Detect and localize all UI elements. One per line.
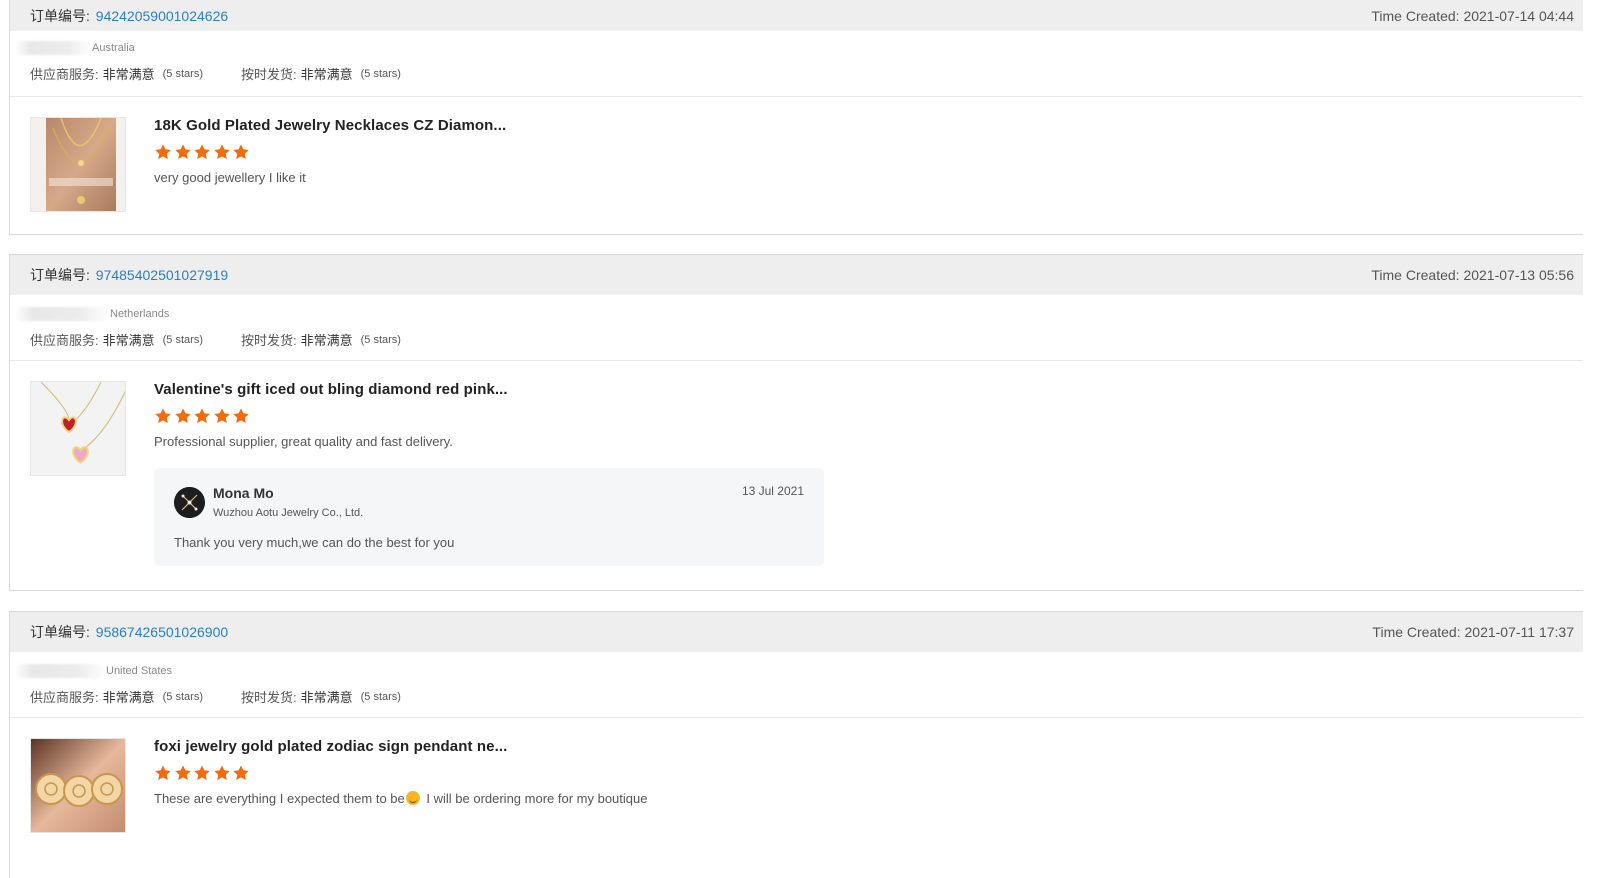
buyer-country: Australia: [92, 42, 135, 54]
product-rating-stars: [154, 407, 1574, 427]
buyer-country: United States: [106, 665, 173, 677]
order-header: 订单编号: 95867426501026900 Time Created: 20…: [10, 612, 1594, 652]
review-text: Professional supplier, great quality and…: [154, 434, 453, 449]
grinning-face-emoji-icon: [405, 791, 420, 805]
buyer-name-redacted: [14, 307, 110, 321]
buyer-info: United States 供应商服务: 非常满意 (5 stars) 按时发货…: [10, 652, 1594, 718]
heart-pendants-image: [31, 382, 125, 475]
avatar: [174, 487, 205, 518]
review-text-part: I will be ordering more for my boutique: [422, 791, 648, 806]
star-icon: [213, 144, 230, 160]
on-time-shipping-rating: 按时发货: 非常满意 (5 stars): [240, 333, 401, 348]
star-icon: [174, 408, 191, 424]
time-created: Time Created: 2021-07-13 05:56: [1371, 267, 1574, 283]
zodiac-pendants-image: [31, 739, 125, 832]
order-card: 订单编号: 95867426501026900 Time Created: 20…: [9, 611, 1595, 878]
on-time-shipping-rating: 按时发货: 非常满意 (5 stars): [240, 690, 401, 705]
star-icon: [155, 765, 171, 781]
product-title[interactable]: 18K Gold Plated Jewelry Necklaces CZ Dia…: [154, 117, 1574, 134]
star-icon: [213, 408, 230, 424]
review-text: very good jewellery I like it: [154, 170, 306, 185]
product-review: 18K Gold Plated Jewelry Necklaces CZ Dia…: [10, 97, 1594, 234]
product-thumbnail[interactable]: [30, 117, 126, 212]
buyer-country: Netherlands: [110, 308, 170, 320]
product-review: Valentine's gift iced out bling diamond …: [10, 361, 1594, 586]
time-created: Time Created: 2021-07-11 17:37: [1372, 624, 1574, 640]
order-header: 订单编号: 97485402501027919 Time Created: 20…: [10, 255, 1594, 295]
review-text: These are everything I expected them to …: [154, 791, 1574, 806]
star-icon: [233, 144, 249, 160]
order-no-label: 订单编号:: [30, 7, 90, 24]
replier-name: Mona Mo: [213, 485, 274, 501]
supplier-service-rating: 供应商服务: 非常满意 (5 stars): [30, 333, 203, 348]
ratings-row: 供应商服务: 非常满意 (5 stars) 按时发货: 非常满意 (5 star…: [30, 330, 1574, 349]
star-icon: [194, 765, 210, 781]
buyer-info: Australia 供应商服务: 非常满意 (5 stars) 按时发货: 非常…: [10, 31, 1594, 97]
supplier-service-rating: 供应商服务: 非常满意 (5 stars): [30, 690, 203, 705]
buyer-info: Netherlands 供应商服务: 非常满意 (5 stars) 按时发货: …: [10, 295, 1594, 361]
order-no-link[interactable]: 94242059001024626: [96, 8, 228, 24]
supplier-reply: Mona Mo Wuzhou Aotu Jewelry Co., Ltd. 13…: [154, 468, 824, 566]
ratings-row: 供应商服务: 非常满意 (5 stars) 按时发货: 非常满意 (5 star…: [30, 687, 1574, 706]
star-icon: [174, 144, 191, 160]
supplier-service-rating: 供应商服务: 非常满意 (5 stars): [30, 67, 203, 82]
reply-text: Thank you very much,we can do the best f…: [174, 535, 455, 550]
ratings-row: 供应商服务: 非常满意 (5 stars) 按时发货: 非常满意 (5 star…: [30, 64, 1574, 83]
order-card: 订单编号: 97485402501027919 Time Created: 20…: [9, 254, 1595, 591]
order-no-label: 订单编号:: [30, 624, 90, 640]
star-icon: [213, 765, 230, 781]
review-text-part: These are everything I expected them to …: [154, 791, 405, 806]
product-title[interactable]: foxi jewelry gold plated zodiac sign pen…: [154, 738, 1574, 755]
star-icon: [194, 408, 210, 424]
star-icon: [155, 144, 171, 160]
star-icon: [174, 765, 191, 781]
product-title[interactable]: Valentine's gift iced out bling diamond …: [154, 381, 1574, 398]
reply-date: 13 Jul 2021: [741, 484, 804, 498]
product-review: foxi jewelry gold plated zodiac sign pen…: [10, 718, 1594, 833]
order-header: 订单编号: 94242059001024626 Time Created: 20…: [10, 0, 1594, 31]
star-icon: [233, 408, 249, 424]
star-icon: [194, 144, 210, 160]
reviews-page: 订单编号: 94242059001024626 Time Created: 20…: [0, 0, 1613, 878]
product-thumbnail[interactable]: [30, 738, 126, 833]
order-no-label: 订单编号:: [30, 267, 90, 283]
order-no-link[interactable]: 95867426501026900: [96, 624, 228, 640]
product-rating-stars: [154, 143, 1574, 163]
gold-necklace-image: [31, 118, 125, 211]
on-time-shipping-rating: 按时发货: 非常满意 (5 stars): [240, 67, 401, 82]
product-rating-stars: [154, 764, 1574, 784]
product-thumbnail[interactable]: [30, 381, 126, 476]
order-no-link[interactable]: 97485402501027919: [96, 267, 228, 283]
order-card: 订单编号: 94242059001024626 Time Created: 20…: [9, 0, 1595, 235]
page-right-margin: [1583, 0, 1613, 878]
star-icon: [233, 765, 249, 781]
buyer-name-redacted: [14, 41, 92, 55]
buyer-name-redacted: [14, 664, 106, 678]
avatar-logo-icon: [174, 487, 205, 518]
star-icon: [155, 408, 171, 424]
time-created: Time Created: 2021-07-14 04:44: [1371, 7, 1574, 24]
replier-company: Wuzhou Aotu Jewelry Co., Ltd.: [213, 507, 364, 519]
